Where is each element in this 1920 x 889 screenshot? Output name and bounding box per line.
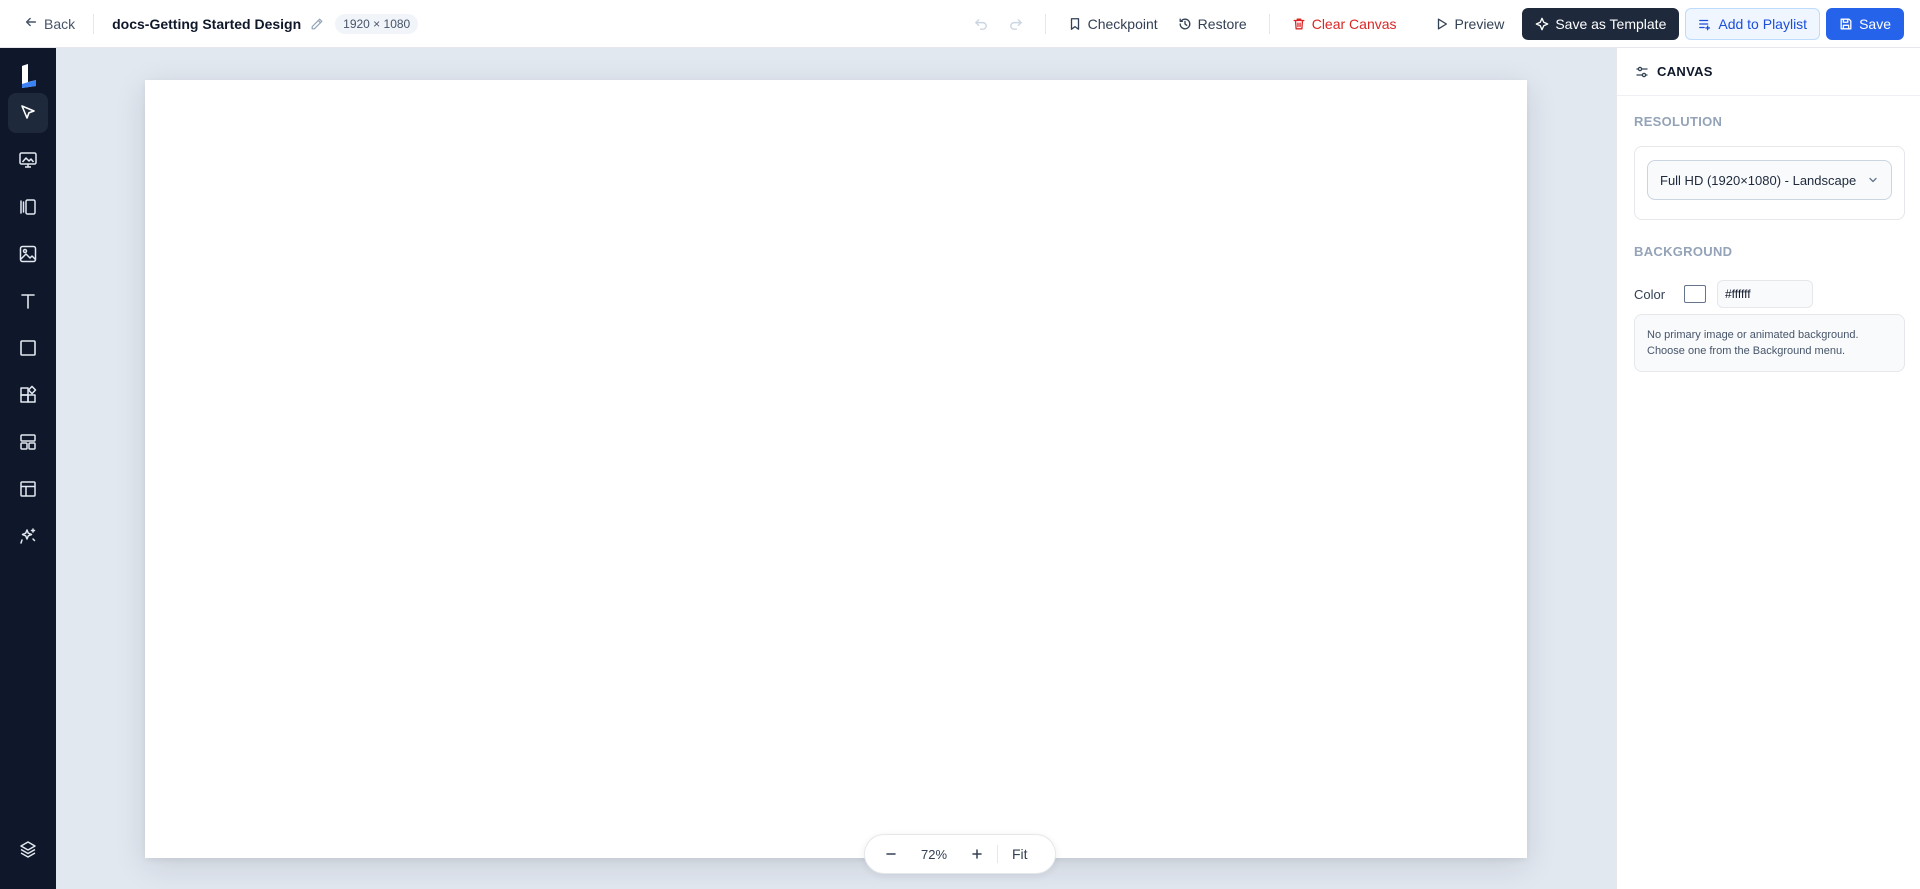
history-icon [1178, 17, 1192, 31]
zoom-in-button[interactable] [961, 838, 993, 870]
preview-button[interactable]: Preview [1425, 8, 1515, 40]
divider [997, 845, 998, 863]
top-bar-left: Back docs-Getting Started Design 1920 × … [0, 0, 419, 47]
sidebar-item-layers[interactable] [8, 829, 48, 869]
redo-button[interactable] [999, 8, 1033, 40]
preview-label: Preview [1454, 16, 1505, 32]
sidebar-item-templates[interactable] [8, 469, 48, 509]
note-line-1: No primary image or animated background. [1647, 329, 1859, 341]
save-as-template-label: Save as Template [1555, 16, 1667, 32]
resolution-section-label: RESOLUTION [1634, 114, 1723, 129]
divider [1044, 14, 1046, 34]
restore-button[interactable]: Restore [1168, 8, 1257, 40]
design-canvas[interactable] [145, 80, 1527, 858]
resolution-card: Full HD (1920×1080) - Landscape [1634, 146, 1905, 220]
background-color-row: Color [1634, 280, 1905, 308]
sidebar-item-ai[interactable] [8, 516, 48, 556]
color-hex-input[interactable] [1717, 280, 1813, 308]
restore-label: Restore [1197, 16, 1247, 32]
undo-icon [974, 17, 989, 32]
color-swatch[interactable] [1684, 285, 1706, 303]
undo-button[interactable] [965, 8, 999, 40]
note-line-2: Choose one from the Background menu. [1647, 345, 1846, 357]
redo-icon [1008, 17, 1023, 32]
save-as-template-button[interactable]: Save as Template [1522, 8, 1680, 40]
chevron-down-icon [1867, 174, 1879, 186]
background-section-label: BACKGROUND [1634, 244, 1733, 259]
panel-header: CANVAS [1617, 48, 1920, 96]
sidebar-item-text[interactable] [8, 281, 48, 321]
canvas-workspace[interactable]: 72% Fit [56, 48, 1616, 889]
columns-icon [18, 197, 38, 217]
arrow-left-icon [24, 15, 38, 32]
background-note: No primary image or animated background.… [1634, 314, 1905, 372]
sidebar-item-layout[interactable] [8, 422, 48, 462]
template-icon [18, 479, 38, 499]
clear-canvas-label: Clear Canvas [1311, 16, 1397, 32]
top-bar-right: Checkpoint Restore Clear Canvas Preview [965, 0, 1920, 48]
properties-panel: CANVAS RESOLUTION Full HD (1920×1080) - … [1616, 48, 1920, 889]
template-icon [1535, 17, 1549, 31]
zoom-controls: 72% Fit [864, 834, 1056, 874]
trash-icon [1292, 17, 1306, 31]
save-icon [1839, 17, 1853, 31]
sidebar-item-columns[interactable] [8, 187, 48, 227]
widgets-icon [18, 385, 38, 405]
minus-icon [884, 847, 898, 861]
checkpoint-label: Checkpoint [1087, 16, 1158, 32]
fit-button[interactable]: Fit [1006, 846, 1034, 862]
square-icon [18, 338, 38, 358]
save-button[interactable]: Save [1826, 8, 1904, 40]
resolution-badge: 1920 × 1080 [335, 13, 419, 34]
pointer-icon [18, 103, 38, 123]
sidebar-item-select[interactable] [8, 93, 48, 133]
divider [93, 13, 95, 34]
pencil-icon[interactable] [309, 16, 325, 32]
bookmark-icon [1068, 17, 1082, 31]
document-title: docs-Getting Started Design [112, 15, 302, 32]
sidebar-item-widgets[interactable] [8, 375, 48, 415]
sliders-icon [1635, 65, 1649, 79]
resolution-select-value: Full HD (1920×1080) - Landscape [1660, 172, 1857, 188]
tool-sidebar [0, 48, 56, 889]
save-label: Save [1859, 16, 1891, 32]
back-label: Back [44, 15, 76, 32]
plus-icon [970, 847, 984, 861]
monitor-image-icon [18, 150, 38, 170]
text-icon [18, 291, 38, 311]
top-bar: Back docs-Getting Started Design 1920 × … [0, 0, 1920, 48]
divider [1268, 14, 1270, 34]
color-label: Color [1634, 286, 1666, 302]
layout-icon [18, 432, 38, 452]
sidebar-item-images[interactable] [8, 234, 48, 274]
playlist-add-icon [1698, 17, 1712, 31]
checkpoint-button[interactable]: Checkpoint [1058, 8, 1168, 40]
image-icon [18, 244, 38, 264]
clear-canvas-button[interactable]: Clear Canvas [1282, 8, 1407, 40]
zoom-level: 72% [920, 846, 948, 862]
resolution-select[interactable]: Full HD (1920×1080) - Landscape [1647, 160, 1892, 200]
add-to-playlist-button[interactable]: Add to Playlist [1685, 8, 1821, 40]
back-button[interactable]: Back [24, 15, 75, 32]
play-icon [1435, 17, 1449, 31]
zoom-out-button[interactable] [875, 838, 907, 870]
sidebar-item-media[interactable] [8, 140, 48, 180]
add-to-playlist-label: Add to Playlist [1718, 16, 1808, 32]
sidebar-item-shapes[interactable] [8, 328, 48, 368]
app-logo [14, 62, 42, 90]
panel-title: CANVAS [1657, 64, 1713, 79]
layers-icon [18, 839, 38, 859]
sparkles-icon [18, 526, 38, 546]
